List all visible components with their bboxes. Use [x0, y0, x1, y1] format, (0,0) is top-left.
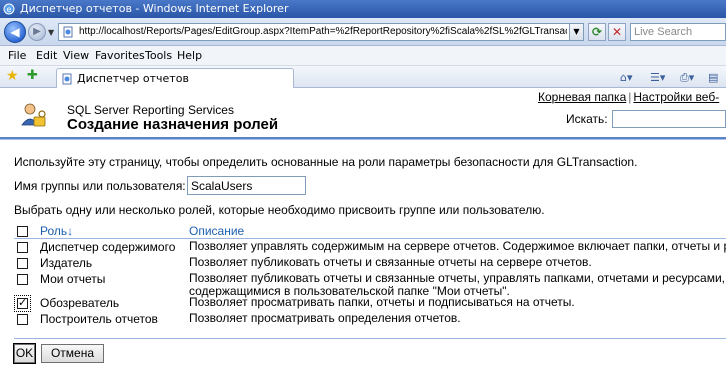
print-icon[interactable]: ⎙▾ [680, 71, 694, 85]
role-checkbox-content-manager[interactable] [17, 242, 28, 253]
menu-help[interactable]: Help [177, 49, 202, 62]
role-name: Мои отчеты [40, 272, 106, 286]
page-content: SQL Server Reporting Services Создание н… [0, 88, 726, 368]
choose-roles-text: Выбрать одну или несколько ролей, которы… [14, 203, 545, 217]
window-title-bar: e Диспетчер отчетов - Windows Internet E… [0, 0, 726, 18]
page-menu-icon[interactable]: ▤ [708, 71, 718, 84]
role-checkbox-publisher[interactable] [17, 258, 28, 269]
description-column-header: Описание [189, 224, 245, 238]
menu-file[interactable]: File [8, 49, 26, 62]
menu-bar: File Edit View Favorites Tools Help [0, 46, 726, 66]
table-footer-divider [14, 338, 726, 339]
page-icon [63, 26, 73, 38]
arrow-left-icon: ◀ [10, 25, 20, 39]
url-text[interactable]: http://localhost/Reports/Pages/EditGroup… [79, 26, 567, 37]
search-input[interactable] [612, 110, 726, 128]
arrow-right-icon: ▶ [33, 26, 41, 37]
feeds-icon[interactable]: ☰▾ [650, 71, 665, 84]
role-description: Позволяет публиковать отчеты и связанные… [189, 256, 592, 269]
role-checkbox-my-reports[interactable] [17, 274, 28, 285]
role-description: Позволяет публиковать отчеты и связанные… [189, 272, 725, 285]
role-description: Позволяет просматривать определения отче… [189, 312, 461, 325]
address-dropdown-icon[interactable]: ▼ [569, 24, 583, 40]
stop-button[interactable]: ✕ [608, 23, 626, 41]
role-name: Диспетчер содержимого [40, 240, 176, 254]
home-icon[interactable]: ⌂▾ [620, 71, 633, 84]
table-header-divider [14, 238, 726, 239]
back-button[interactable]: ◀ [4, 21, 26, 43]
search-label: Искать: [566, 112, 608, 126]
select-all-checkbox[interactable] [17, 226, 28, 237]
forward-button[interactable]: ▶ [28, 23, 46, 41]
role-checkbox-report-builder[interactable] [17, 314, 28, 325]
role-description: Позволяет управлять содержимым на сервер… [189, 240, 726, 253]
close-icon: ✕ [611, 25, 623, 39]
menu-edit[interactable]: Edit [36, 49, 57, 62]
reporting-services-logo-icon [21, 103, 46, 127]
refresh-icon: ⟳ [591, 25, 603, 39]
menu-tools[interactable]: Tools [145, 49, 172, 62]
address-toolbar: ◀ ▶ ▼ http://localhost/Reports/Pages/Edi… [0, 18, 726, 46]
window-title: Диспетчер отчетов - Windows Internet Exp… [20, 2, 289, 15]
menu-view[interactable]: View [63, 49, 89, 62]
cancel-button[interactable]: Отмена [41, 344, 104, 363]
role-column-header[interactable]: Роль↓ [40, 224, 73, 238]
live-search-input[interactable] [631, 24, 725, 40]
tab-label: Диспетчер отчетов [77, 72, 189, 85]
tab-report-manager[interactable]: Диспетчер отчетов [56, 68, 294, 88]
home-folder-link[interactable]: Корневая папка [538, 90, 626, 104]
product-name: SQL Server Reporting Services [67, 103, 234, 117]
role-name: Обозреватель [40, 296, 120, 310]
page-description: Используйте эту страницу, чтобы определи… [14, 155, 638, 169]
live-search-box[interactable] [630, 23, 726, 41]
role-checkbox-browser[interactable] [14, 295, 31, 312]
page-title: Создание назначения ролей [67, 116, 279, 133]
page-icon [62, 73, 72, 85]
menu-favorites[interactable]: Favorites [95, 49, 145, 62]
site-settings-link[interactable]: Настройки веб- [633, 90, 719, 104]
refresh-button[interactable]: ⟳ [588, 23, 606, 41]
svg-text:e: e [7, 5, 12, 14]
internet-explorer-icon: e [3, 3, 15, 15]
ok-button[interactable]: OK [13, 343, 36, 364]
group-name-input[interactable] [187, 176, 306, 195]
top-links: Корневая папка | Настройки веб- [538, 90, 719, 104]
history-dropdown-icon[interactable]: ▼ [48, 28, 54, 37]
role-name: Построитель отчетов [40, 312, 158, 326]
group-name-label: Имя группы или пользователя: [14, 179, 186, 193]
add-favorite-icon[interactable]: ✚ [27, 69, 38, 83]
role-description: Позволяет просматривать папки, отчеты и … [189, 296, 575, 309]
header-divider [0, 137, 726, 140]
tab-bar: ★ ✚ Диспетчер отчетов ⌂▾ ☰▾ ⎙▾ ▤ [0, 66, 726, 88]
role-name: Издатель [40, 256, 93, 270]
address-bar[interactable]: http://localhost/Reports/Pages/EditGroup… [58, 23, 584, 41]
favorites-star-icon[interactable]: ★ [6, 69, 19, 83]
